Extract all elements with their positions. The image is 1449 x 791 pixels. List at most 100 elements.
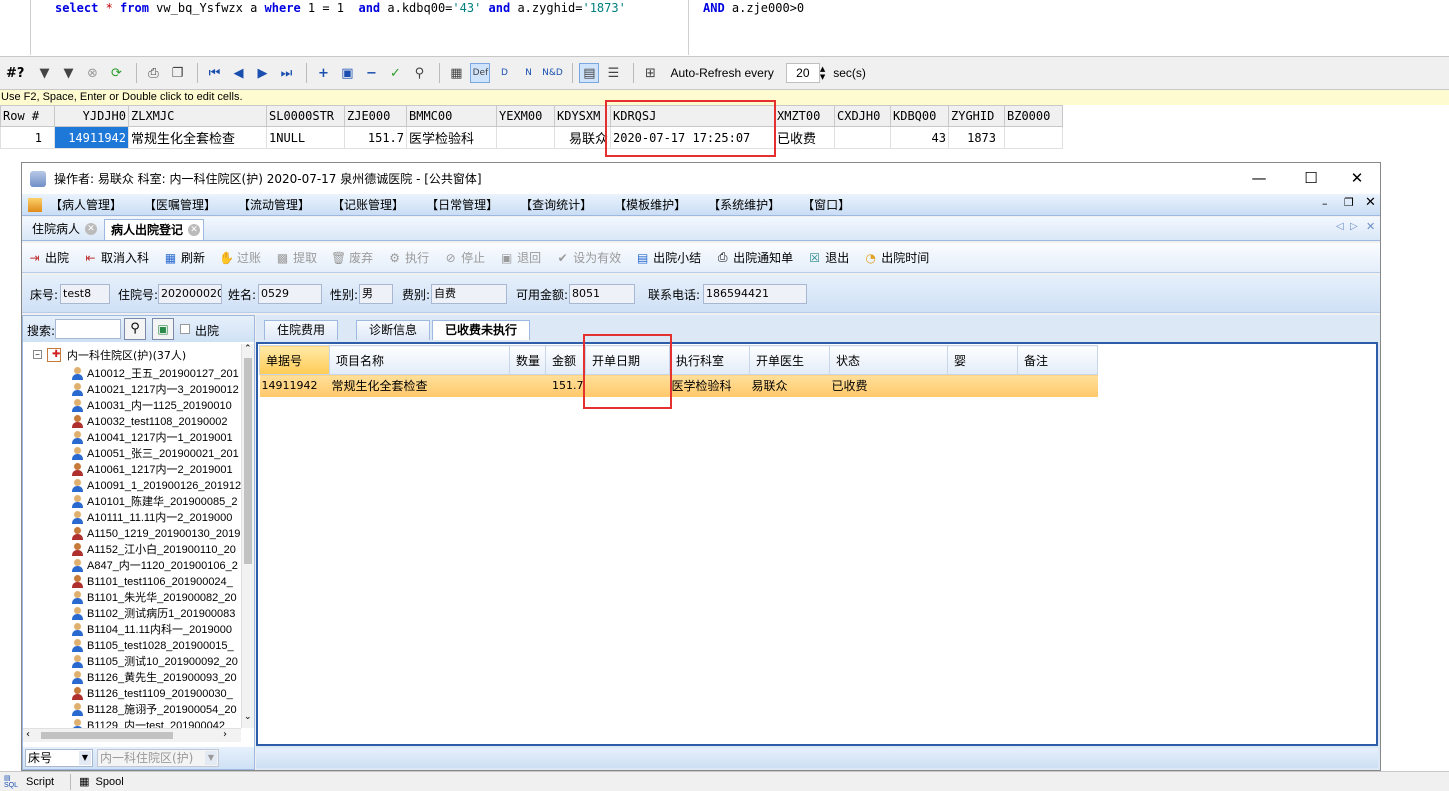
grid-header[interactable]: BZ0000: [1004, 105, 1063, 127]
menu-window[interactable]: 【窗口】: [802, 196, 850, 213]
grid-cell[interactable]: 已收费: [774, 126, 835, 149]
search-icon[interactable]: ⚲: [124, 318, 146, 340]
tree-patient-item[interactable]: A1150_1219_201900130_2019: [71, 526, 240, 542]
fee-cell[interactable]: 易联众: [749, 374, 830, 397]
grid-cell[interactable]: 常规生化全套检查: [128, 126, 267, 149]
form-view-icon[interactable]: ☰: [603, 63, 623, 83]
column-header[interactable]: 金额: [545, 345, 586, 375]
post-changes-icon[interactable]: ✓: [385, 63, 405, 83]
grid-header[interactable]: ZYGHID: [948, 105, 1005, 127]
execute-button[interactable]: ⚙ 执行: [387, 249, 429, 266]
exit-button[interactable]: ☒ 退出: [807, 249, 849, 266]
fee-cell[interactable]: 常规生化全套检查: [329, 374, 510, 397]
stop-button[interactable]: ⊘ 停止: [443, 249, 486, 266]
tab-inpatient-fees[interactable]: 住院费用: [264, 320, 339, 340]
copy-icon[interactable]: ❐: [167, 63, 187, 83]
discharge-button[interactable]: ⇥ 出院: [27, 249, 69, 266]
clear-icon[interactable]: ▦: [446, 63, 466, 83]
tab-inpatients[interactable]: 住院病人 ✕: [26, 219, 100, 240]
tree-patient-item[interactable]: B1104_11.11内科一_2019000: [71, 622, 232, 638]
next-record-icon[interactable]: ▶: [252, 63, 272, 83]
scroll-down-icon[interactable]: ⌄: [244, 712, 252, 722]
prior-record-icon[interactable]: ◀: [228, 63, 248, 83]
chevron-down-icon[interactable]: ▼: [205, 751, 217, 765]
fee-cell[interactable]: [1017, 374, 1098, 397]
name-field[interactable]: 0529: [258, 284, 322, 304]
interval-spin-icon[interactable]: ▲ ▼: [820, 65, 825, 81]
tree-patient-item[interactable]: A10041_1217内一1_2019001: [71, 430, 233, 446]
menu-billing[interactable]: 【记账管理】: [332, 196, 404, 213]
tree-vertical-scrollbar[interactable]: ⌃ ⌄: [241, 344, 254, 728]
tree-patient-item[interactable]: B1105_test1028_201900015_: [71, 638, 234, 654]
grid-header[interactable]: YEXM00: [496, 105, 555, 127]
tab-prev-icon[interactable]: ◁: [1336, 221, 1344, 232]
scroll-right-icon[interactable]: ›: [223, 729, 227, 740]
menu-order[interactable]: 【医嘱管理】: [144, 196, 216, 213]
menu-patient[interactable]: 【病人管理】: [50, 196, 122, 213]
tab-close-all-icon[interactable]: ✕: [1366, 220, 1375, 233]
search-input[interactable]: [55, 319, 121, 339]
tree-patient-item[interactable]: B1126_test1109_201900030_: [71, 686, 233, 702]
column-header[interactable]: 备注: [1017, 345, 1098, 375]
bed-field[interactable]: test8: [60, 284, 110, 304]
grid-cell[interactable]: 151.7: [344, 126, 407, 149]
filter-clear-icon[interactable]: ▼: [58, 63, 78, 83]
fee-detail-grid[interactable]: 单据号 项目名称 数量 金额 开单日期 执行科室 开单医生 状态 婴 备注 14…: [256, 342, 1378, 746]
grid-cell[interactable]: 1NULL: [266, 126, 345, 149]
fee-cell[interactable]: [947, 374, 1018, 397]
phone-field[interactable]: 186594421: [703, 284, 807, 304]
sex-field[interactable]: 男: [359, 284, 393, 304]
grid-header[interactable]: KDBQ00: [890, 105, 949, 127]
tree-patient-item[interactable]: B1129_内一test_201900042_: [71, 718, 231, 728]
filter-icon[interactable]: ▼: [34, 63, 54, 83]
scrollbar-thumb[interactable]: [41, 732, 173, 739]
window-title-bar[interactable]: 操作者: 易联众 科室: 内一科住院区(护) 2020-07-17 泉州德诚医院…: [22, 163, 1380, 194]
fee-type-field[interactable]: 自费: [431, 284, 507, 304]
menu-system[interactable]: 【系统维护】: [708, 196, 780, 213]
tree-patient-item[interactable]: A10031_内一1125_20190010: [71, 398, 232, 414]
column-header[interactable]: 状态: [829, 345, 948, 375]
maximize-icon[interactable]: ☐: [1296, 167, 1326, 189]
grid-cell[interactable]: 易联众: [554, 126, 611, 149]
tree-patient-item[interactable]: B1101_test1106_201900024_: [71, 574, 233, 590]
fee-detail-table[interactable]: 单据号 项目名称 数量 金额 开单日期 执行科室 开单医生 状态 婴 备注 14…: [259, 345, 1098, 397]
grid-header[interactable]: KDYSXM: [554, 105, 611, 127]
return-button[interactable]: ▣ 退回: [499, 249, 541, 266]
tree-patient-item[interactable]: A10032_test1108_20190002: [71, 414, 228, 430]
admission-no-field[interactable]: 202000020: [158, 284, 222, 304]
menu-daily[interactable]: 【日常管理】: [426, 196, 498, 213]
scroll-up-icon[interactable]: ⌃: [244, 344, 252, 354]
tree-patient-item[interactable]: A10012_王五_201900127_201: [71, 366, 239, 382]
cancel-admit-button[interactable]: ⇤ 取消入科: [83, 249, 149, 266]
result-grid[interactable]: Row # YJDJH0 ZLXMJC SL0000STR ZJE000 BMM…: [0, 105, 1063, 149]
fee-cell[interactable]: 医学检验科: [669, 374, 750, 397]
tree-patient-item[interactable]: A10091_1_201900126_201912: [71, 478, 241, 494]
lookup-icon[interactable]: ⚲: [409, 63, 429, 83]
table-row[interactable]: 1 14911942 常规生化全套检查 1NULL 151.7 医学检验科 易联…: [0, 126, 1063, 149]
column-header[interactable]: 项目名称: [329, 345, 510, 375]
tree-patient-item[interactable]: B1105_测试10_201900092_20: [71, 654, 238, 670]
grid-cell[interactable]: 1: [0, 126, 55, 149]
fee-cell[interactable]: 14911942: [259, 374, 330, 397]
menu-template[interactable]: 【模板维护】: [614, 196, 686, 213]
mdi-minimize-icon[interactable]: –: [1322, 197, 1328, 210]
grid-header[interactable]: ZJE000: [344, 105, 407, 127]
tab-discharge-registration[interactable]: 病人出院登记 ✕: [104, 219, 205, 240]
menu-query[interactable]: 【查询统计】: [520, 196, 592, 213]
tree-patient-item[interactable]: B1128_施诩予_201900054_20: [71, 702, 237, 718]
sql-line-1[interactable]: select * from vw_bq_Ysfwzx a where 1 = 1…: [55, 0, 626, 16]
column-header[interactable]: 婴: [947, 345, 1018, 375]
grid-cell-selected[interactable]: 14911942: [54, 126, 129, 149]
void-button[interactable]: 🗑 废弃: [331, 249, 373, 266]
grid-header[interactable]: Row #: [0, 105, 55, 127]
def-view-icon[interactable]: Def: [470, 63, 491, 83]
column-header[interactable]: 单据号: [259, 345, 330, 375]
tree-patient-item[interactable]: A10111_11.11内一2_2019000: [71, 510, 232, 526]
collapse-icon[interactable]: −: [33, 350, 42, 359]
grid-header[interactable]: ZLXMJC: [128, 105, 267, 127]
tab-spool[interactable]: Spool: [96, 776, 124, 788]
last-record-icon[interactable]: ⏭: [276, 63, 296, 83]
insert-record-icon[interactable]: +: [313, 63, 333, 83]
mdi-restore-icon[interactable]: ❐: [1344, 196, 1354, 209]
tree-patient-item[interactable]: A10101_陈建华_201900085_2: [71, 494, 237, 510]
